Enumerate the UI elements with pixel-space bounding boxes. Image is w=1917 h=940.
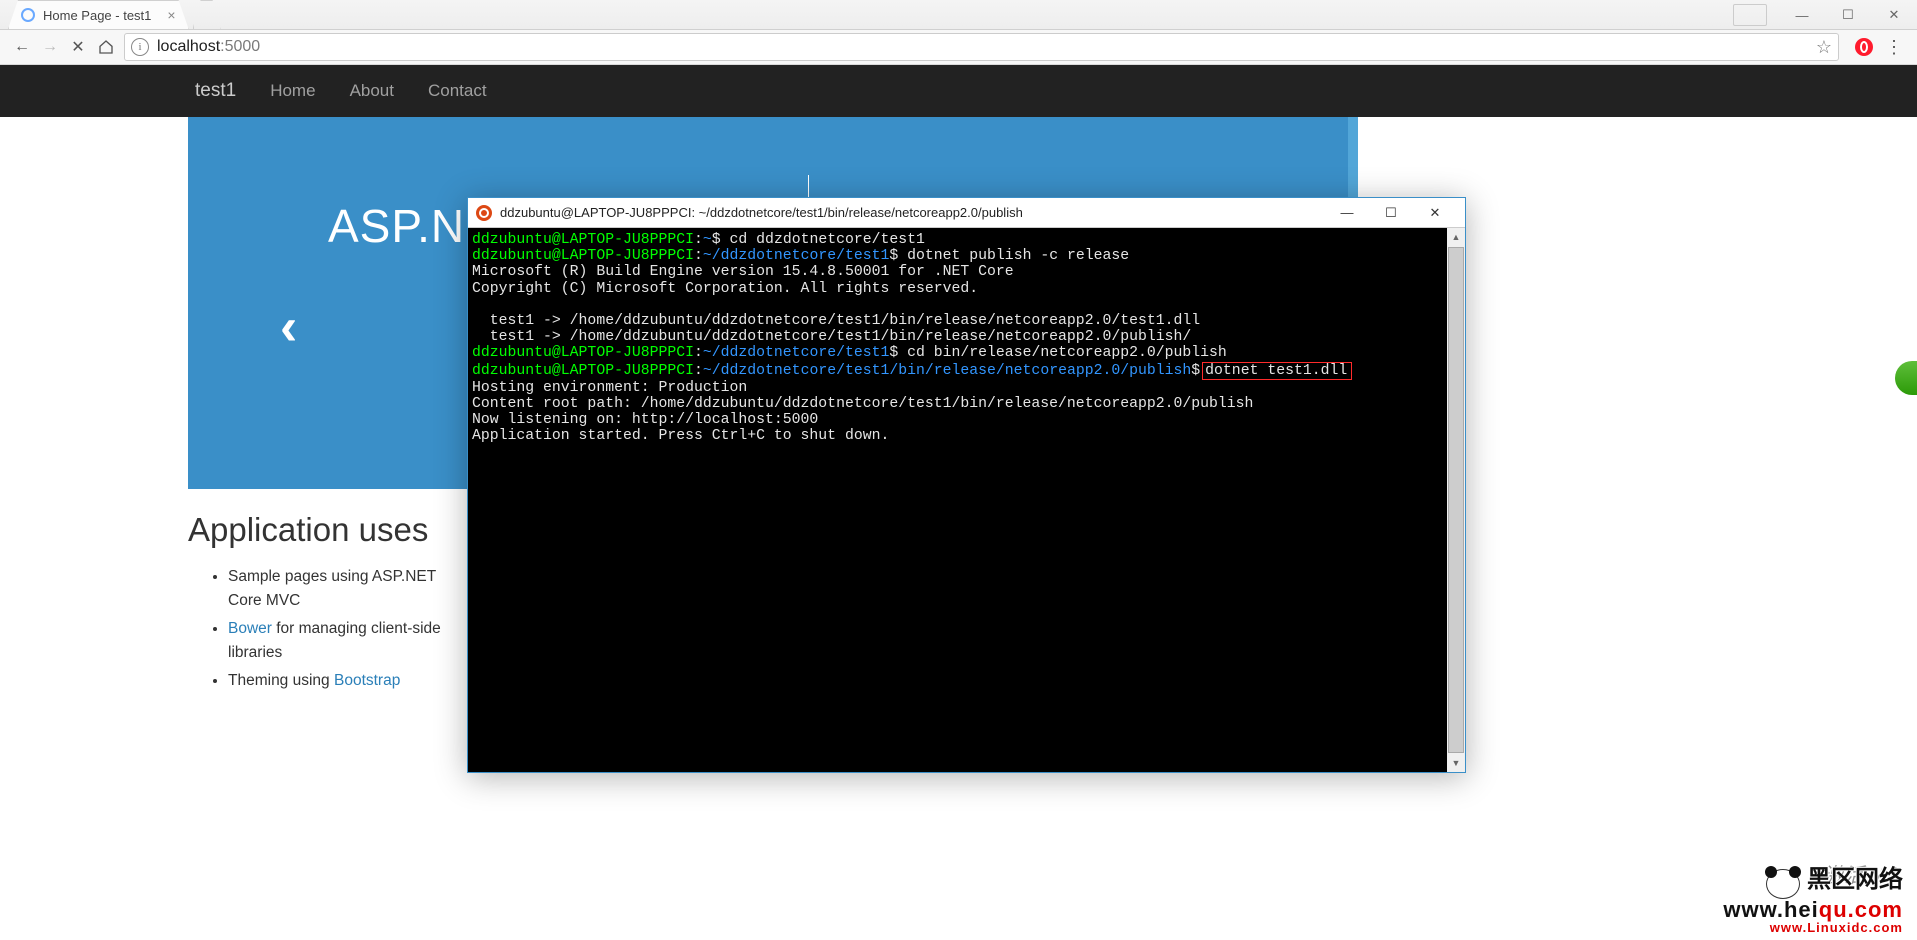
home-icon xyxy=(98,39,114,55)
terminal-maximize-button[interactable]: ☐ xyxy=(1369,205,1413,221)
watermark-extra: www.Linuxidc.com xyxy=(1723,921,1903,934)
address-port: :5000 xyxy=(220,38,260,56)
tab-favicon-icon xyxy=(21,8,35,22)
browser-window-controls: — ☐ ✕ xyxy=(1733,0,1917,29)
site-navbar: test1 Home About Contact xyxy=(0,65,1917,117)
nav-stop-button[interactable]: ✕ xyxy=(64,33,92,61)
scroll-thumb[interactable] xyxy=(1448,247,1464,753)
bookmark-star-icon[interactable]: ☆ xyxy=(1816,37,1832,58)
list-item: Sample pages using ASP.NET Core MVC xyxy=(228,565,468,613)
side-badge-icon[interactable] xyxy=(1895,361,1917,395)
nav-back-button[interactable]: ← xyxy=(8,33,36,61)
nav-link-contact[interactable]: Contact xyxy=(428,81,487,101)
terminal-scrollbar[interactable]: ▲ ▼ xyxy=(1447,228,1465,772)
window-minimize-button[interactable]: — xyxy=(1779,0,1825,30)
list-item: Bower for managing client-side libraries xyxy=(228,617,468,665)
scroll-down-icon[interactable]: ▼ xyxy=(1447,754,1465,772)
link-bootstrap[interactable]: Bootstrap xyxy=(334,672,400,689)
list-item: Theming using Bootstrap xyxy=(228,669,468,693)
tab-title: Home Page - test1 xyxy=(43,8,151,23)
terminal-title: ddzubuntu@LAPTOP-JU8PPPCI: ~/ddzdotnetco… xyxy=(500,205,1325,220)
terminal-close-button[interactable]: ✕ xyxy=(1413,205,1457,221)
ubuntu-icon xyxy=(476,205,492,221)
nav-home-button[interactable] xyxy=(92,33,120,61)
browser-menu-button[interactable]: ⋮ xyxy=(1885,37,1903,58)
terminal-window: ddzubuntu@LAPTOP-JU8PPPCI: ~/ddzdotnetco… xyxy=(467,197,1466,773)
toolbar-right: ⋮ xyxy=(1843,37,1909,58)
opera-extension-icon[interactable] xyxy=(1855,38,1873,56)
terminal-body[interactable]: ddzubuntu@LAPTOP-JU8PPPCI:~$ cd ddzdotne… xyxy=(468,228,1447,772)
site-watermark: 黑区网络 www.heiqu.com www.Linuxidc.com xyxy=(1723,868,1903,934)
browser-tab[interactable]: Home Page - test1 × xyxy=(8,0,189,29)
link-bower[interactable]: Bower xyxy=(228,620,272,637)
nav-forward-button[interactable]: → xyxy=(36,33,64,61)
watermark-url: www.heiqu.com xyxy=(1723,899,1903,921)
terminal-minimize-button[interactable]: — xyxy=(1325,205,1369,220)
terminal-titlebar[interactable]: ddzubuntu@LAPTOP-JU8PPPCI: ~/ddzdotnetco… xyxy=(468,198,1465,228)
scroll-up-icon[interactable]: ▲ xyxy=(1447,228,1465,246)
window-maximize-button[interactable]: ☐ xyxy=(1825,0,1871,30)
profile-avatar-icon[interactable] xyxy=(1733,4,1767,26)
browser-toolbar: ← → ✕ i localhost :5000 ☆ ⋮ xyxy=(0,30,1917,65)
nav-link-home[interactable]: Home xyxy=(270,81,315,101)
nav-link-about[interactable]: About xyxy=(350,81,394,101)
address-host: localhost xyxy=(157,38,220,56)
carousel-prev-button[interactable]: ‹ xyxy=(280,297,297,357)
site-info-icon[interactable]: i xyxy=(131,38,149,56)
navbar-brand[interactable]: test1 xyxy=(195,80,236,102)
window-close-button[interactable]: ✕ xyxy=(1871,0,1917,30)
highlighted-command: dotnet test1.dll xyxy=(1202,362,1352,380)
watermark-cn: 黑区网络 xyxy=(1807,866,1903,893)
browser-tab-strip: Home Page - test1 × — ☐ ✕ xyxy=(0,0,1917,30)
page-viewport: test1 Home About Contact ASP.NE ‹ Applic… xyxy=(0,65,1917,940)
panda-icon xyxy=(1766,869,1800,899)
new-tab-button[interactable] xyxy=(193,0,221,29)
address-bar[interactable]: i localhost :5000 ☆ xyxy=(124,33,1839,61)
tab-close-icon[interactable]: × xyxy=(167,7,175,23)
